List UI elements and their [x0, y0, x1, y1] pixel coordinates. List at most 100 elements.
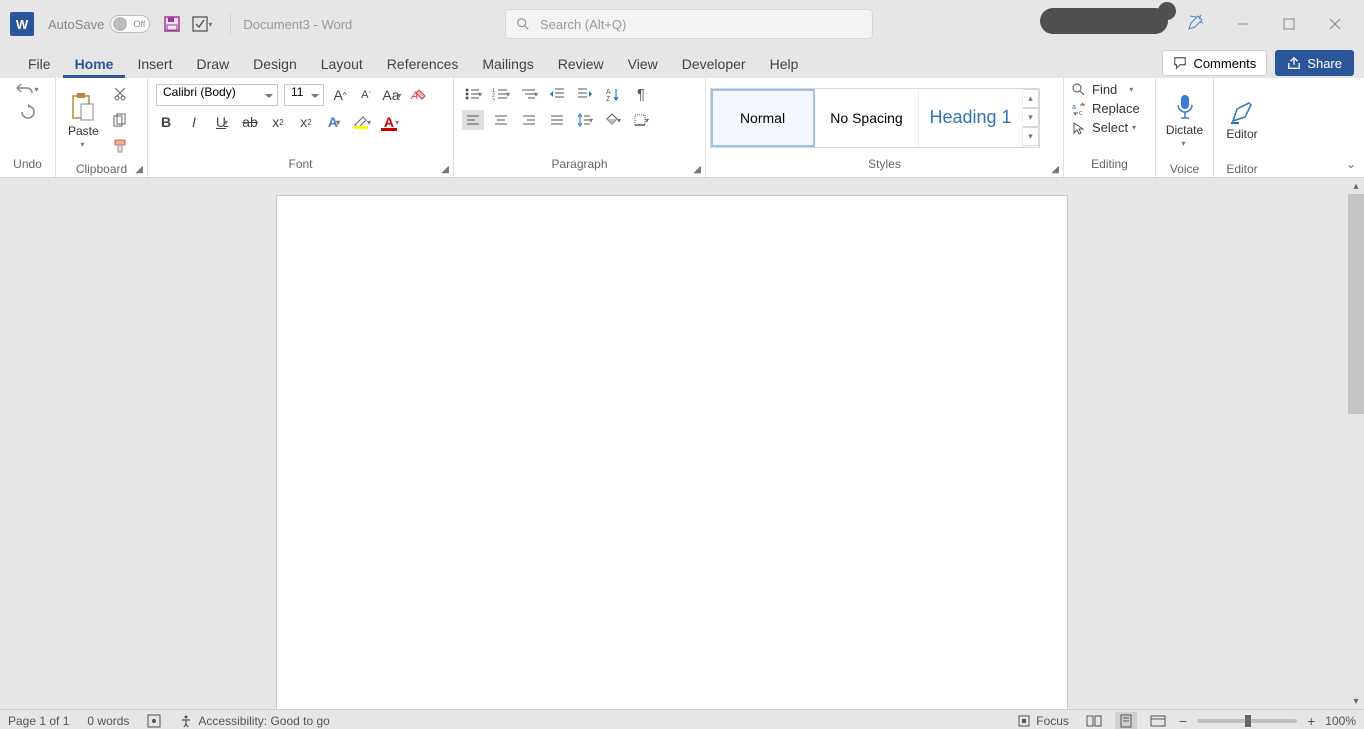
align-right-button[interactable] [518, 110, 540, 130]
tab-layout[interactable]: Layout [309, 52, 375, 78]
tab-mailings[interactable]: Mailings [470, 52, 545, 78]
paragraph-launcher-icon[interactable]: ◢ [693, 164, 701, 175]
focus-button[interactable]: Focus [1017, 714, 1069, 728]
macros-icon[interactable] [147, 714, 161, 728]
superscript-button[interactable]: x2 [296, 112, 316, 132]
vertical-scrollbar[interactable]: ▴ ▾ [1348, 178, 1364, 709]
document-page[interactable] [276, 195, 1068, 709]
repeat-button[interactable] [20, 104, 36, 120]
style-scroll-up[interactable]: ▴ [1023, 89, 1039, 108]
font-color-button[interactable]: A▾ [380, 112, 400, 132]
align-left-button[interactable] [462, 110, 484, 130]
tab-home[interactable]: Home [63, 52, 126, 78]
group-label-styles: Styles [868, 157, 901, 171]
style-heading-1[interactable]: Heading 1 [919, 89, 1023, 147]
dictate-button[interactable]: Dictate ▾ [1160, 82, 1209, 158]
grow-font-button[interactable]: A^ [330, 85, 350, 105]
format-painter-button[interactable] [109, 135, 131, 157]
scroll-down-arrow[interactable]: ▾ [1348, 693, 1364, 709]
tab-design[interactable]: Design [241, 52, 309, 78]
clear-formatting-button[interactable]: A [408, 85, 428, 105]
text-effects-button[interactable]: A▾ [324, 112, 344, 132]
font-launcher-icon[interactable]: ◢ [441, 164, 449, 175]
font-name-combobox[interactable]: Calibri (Body) [156, 84, 278, 106]
style-gallery: Normal No Spacing Heading 1 ▴ ▾ ▾ [710, 88, 1040, 148]
tab-references[interactable]: References [375, 52, 471, 78]
zoom-in-button[interactable]: + [1307, 713, 1315, 729]
coming-soon-icon[interactable] [1186, 14, 1204, 32]
tab-file[interactable]: File [16, 52, 63, 78]
tab-view[interactable]: View [616, 52, 670, 78]
page-indicator[interactable]: Page 1 of 1 [8, 714, 69, 728]
word-count[interactable]: 0 words [87, 714, 129, 728]
bold-button[interactable]: B [156, 112, 176, 132]
find-button[interactable]: Find▾ [1072, 82, 1133, 97]
group-label-editing: Editing [1064, 157, 1155, 177]
maximize-button[interactable] [1266, 8, 1312, 40]
share-icon [1287, 56, 1301, 70]
tab-review[interactable]: Review [546, 52, 616, 78]
paste-button[interactable]: Paste ▾ [62, 82, 105, 158]
autosave-switch[interactable]: Off [110, 15, 150, 33]
show-hide-button[interactable]: ¶ [630, 84, 652, 104]
underline-button[interactable]: U▾ [212, 112, 232, 132]
tab-draw[interactable]: Draw [184, 52, 241, 78]
zoom-slider[interactable] [1197, 719, 1297, 723]
change-case-button[interactable]: Aa▾ [382, 85, 402, 105]
zoom-out-button[interactable]: − [1179, 713, 1187, 729]
tab-insert[interactable]: Insert [125, 52, 184, 78]
scroll-thumb[interactable] [1348, 194, 1364, 414]
line-spacing-button[interactable]: ▾ [574, 110, 596, 130]
strikethrough-button[interactable]: ab [240, 112, 260, 132]
paste-icon [70, 92, 96, 122]
bullets-button[interactable]: ▾ [462, 84, 484, 104]
collapse-ribbon-button[interactable]: ⌄ [1346, 157, 1356, 171]
subscript-button[interactable]: x2 [268, 112, 288, 132]
sort-button[interactable]: AZ [602, 84, 624, 104]
style-no-spacing[interactable]: No Spacing [815, 89, 919, 147]
clipboard-launcher-icon[interactable]: ◢ [135, 164, 143, 175]
undo-button[interactable]: ▾ [16, 82, 38, 96]
print-layout-button[interactable] [1115, 712, 1137, 729]
comments-button[interactable]: Comments [1162, 50, 1267, 76]
share-button[interactable]: Share [1275, 50, 1354, 76]
increase-indent-button[interactable] [574, 84, 596, 104]
replace-button[interactable]: acReplace [1072, 101, 1140, 116]
align-center-button[interactable] [490, 110, 512, 130]
check-icon[interactable]: ▾ [192, 16, 212, 32]
decrease-indent-button[interactable] [546, 84, 568, 104]
editor-button[interactable]: Editor [1220, 82, 1263, 158]
read-mode-button[interactable] [1083, 712, 1105, 729]
select-button[interactable]: Select▾ [1072, 120, 1136, 135]
justify-button[interactable] [546, 110, 568, 130]
minimize-button[interactable] [1220, 8, 1266, 40]
tab-developer[interactable]: Developer [670, 52, 758, 78]
svg-text:c: c [1079, 110, 1083, 116]
save-icon[interactable] [164, 16, 180, 32]
autosave-toggle[interactable]: AutoSave Off [48, 15, 150, 33]
tab-help[interactable]: Help [758, 52, 811, 78]
style-scroll-down[interactable]: ▾ [1023, 108, 1039, 127]
web-layout-button[interactable] [1147, 712, 1169, 729]
numbering-button[interactable]: 123▾ [490, 84, 512, 104]
style-expand[interactable]: ▾ [1023, 127, 1039, 146]
borders-button[interactable]: ▾ [630, 110, 652, 130]
word-app-icon: W [10, 12, 34, 36]
italic-button[interactable]: I [184, 112, 204, 132]
shrink-font-button[interactable]: Aˇ [356, 85, 376, 105]
font-size-combobox[interactable]: 11 [284, 84, 324, 106]
svg-text:A: A [606, 89, 611, 96]
search-input[interactable]: Search (Alt+Q) [505, 9, 873, 39]
styles-launcher-icon[interactable]: ◢ [1051, 164, 1059, 175]
accessibility-status[interactable]: Accessibility: Good to go [179, 714, 329, 728]
zoom-level[interactable]: 100% [1325, 714, 1356, 728]
cut-button[interactable] [109, 83, 131, 105]
style-normal[interactable]: Normal [711, 89, 815, 147]
multilevel-list-button[interactable]: ▾ [518, 84, 540, 104]
highlight-button[interactable]: ▾ [352, 112, 372, 132]
shading-button[interactable]: ▾ [602, 110, 624, 130]
close-button[interactable] [1312, 8, 1358, 40]
scroll-up-arrow[interactable]: ▴ [1348, 178, 1364, 194]
group-label-editor: Editor [1214, 162, 1270, 177]
copy-button[interactable] [109, 109, 131, 131]
